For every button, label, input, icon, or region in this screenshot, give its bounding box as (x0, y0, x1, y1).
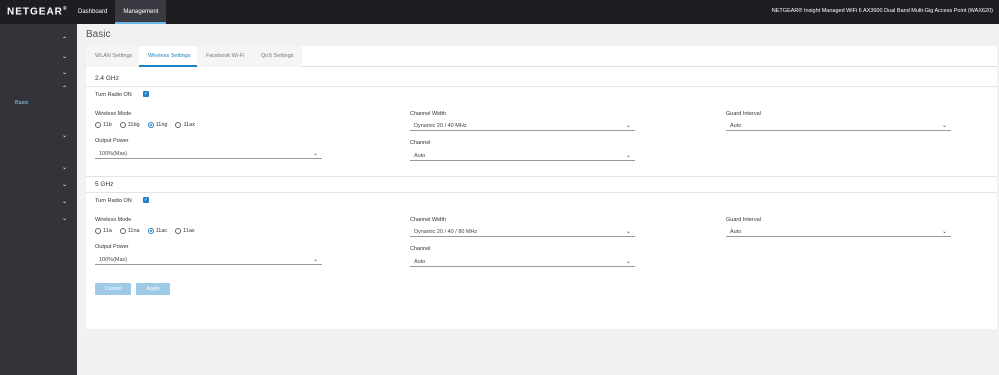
chevron-down-icon: ⌄ (625, 229, 631, 235)
output-power-select-24ghz[interactable]: 100%(Max) ⌄ (95, 149, 322, 159)
tab-qos-settings[interactable]: QoS Settings (252, 46, 303, 67)
tab-wlan-settings[interactable]: WLAN Settings (86, 46, 142, 67)
sidebar-item-system[interactable]: System ⌄ (0, 49, 77, 65)
channel-label: Channel (410, 246, 431, 252)
radio-11ng[interactable]: 11ng (147, 122, 167, 128)
turn-radio-on-label: Turn Radio ON (95, 198, 132, 204)
guard-interval-label: Guard Interval (726, 111, 761, 117)
brand-logo: NETGEAR® (7, 6, 68, 18)
channel-width-select-5ghz[interactable]: Dynamic 20 / 40 / 80 MHz ⌄ (410, 227, 635, 237)
guard-interval-select-24ghz[interactable]: Auto ⌄ (726, 121, 951, 131)
sidebar-item-ip[interactable]: IP ⌄ (0, 65, 77, 81)
radio-11na[interactable]: 11na (119, 228, 140, 234)
device-title: NETGEAR® Insight Managed WiFi 6 AX3600 D… (771, 8, 993, 14)
sidebar-item-basic[interactable]: Basic (0, 96, 77, 112)
chevron-up-icon: ⌃ (61, 86, 67, 92)
channel-select-5ghz[interactable]: Auto ⌄ (410, 257, 635, 267)
divider (86, 176, 997, 177)
radio-11b[interactable]: 11b (95, 122, 112, 128)
radio-11bg[interactable]: 11bg (119, 122, 140, 128)
chevron-down-icon: ⌄ (61, 70, 67, 76)
tab-facebook-wifi[interactable]: Facebook Wi-Fi (197, 46, 254, 67)
chevron-down-icon: ⌄ (312, 257, 318, 263)
radio-11ax[interactable]: 11ax (175, 228, 195, 234)
divider (86, 192, 997, 193)
wireless-mode-radio-group-24ghz: 11b 11bg 11ng 11ax (95, 122, 203, 128)
check-icon: ✓ (143, 197, 149, 203)
output-power-select-5ghz[interactable]: 100%(Max) ⌄ (95, 255, 322, 265)
chevron-down-icon: ⌄ (61, 133, 67, 139)
chevron-down-icon: ⌄ (312, 151, 318, 157)
chevron-down-icon: ⌄ (61, 182, 67, 188)
sidebar-item-wireless[interactable]: Wireless ⌃ (0, 81, 77, 97)
top-bar: NETGEAR® Dashboard Management NETGEAR® I… (0, 0, 999, 24)
turn-radio-on-checkbox-5ghz[interactable]: ✓ (143, 197, 149, 203)
divider (86, 86, 997, 87)
section-title-5ghz: 5 GHz (95, 181, 114, 188)
sidebar-item-wireless-bridge[interactable]: Wireless Bridge (0, 143, 77, 159)
sidebar-item-maintenance[interactable]: Maintenance ⌄ (0, 177, 77, 193)
guard-interval-label: Guard Interval (726, 217, 761, 223)
main-content: Basic WLAN Settings Wireless Settings Fa… (77, 24, 999, 375)
channel-width-label: Channel Width (410, 111, 447, 117)
sidebar-item-advanced[interactable]: Advanced (0, 112, 77, 128)
check-icon: ✓ (143, 91, 149, 97)
chevron-down-icon: ⌄ (61, 216, 67, 222)
channel-select-24ghz[interactable]: Auto ⌄ (410, 151, 635, 161)
chevron-down-icon: ⌄ (61, 199, 67, 205)
sidebar-item-security[interactable]: Security ⌄ (0, 128, 77, 144)
nav-management[interactable]: Management (115, 0, 167, 24)
radio-11a[interactable]: 11a (95, 228, 112, 234)
radio-11ax[interactable]: 11ax (175, 122, 195, 128)
output-power-label: Output Power (95, 138, 129, 144)
nav-dashboard[interactable]: Dashboard (70, 0, 115, 24)
sidebar-item-configuration[interactable]: Configuration ⌃ (0, 32, 77, 48)
channel-width-select-24ghz[interactable]: Dynamic 20 / 40 MHz ⌄ (410, 121, 635, 131)
turn-radio-on-checkbox-24ghz[interactable]: ✓ (143, 91, 149, 97)
top-nav: Dashboard Management (70, 0, 167, 24)
wireless-mode-radio-group-5ghz: 11a 11na 11ac 11ax (95, 228, 203, 234)
sidebar-item-diagnostics[interactable]: Diagnostics ⌄ (0, 194, 77, 210)
cancel-button[interactable]: Cancel (95, 283, 131, 295)
chevron-down-icon: ⌄ (61, 54, 67, 60)
wireless-mode-label: Wireless Mode (95, 111, 132, 117)
tab-bar: WLAN Settings Wireless Settings Facebook… (86, 46, 997, 67)
channel-width-label: Channel Width (410, 217, 447, 223)
radio-11ac[interactable]: 11ac (147, 228, 167, 234)
apply-button[interactable]: Apply (136, 283, 170, 295)
chevron-down-icon: ⌄ (625, 259, 631, 265)
chevron-up-icon: ⌃ (61, 37, 67, 43)
chevron-down-icon: ⌄ (941, 123, 947, 129)
channel-label: Channel (410, 140, 431, 146)
output-power-label: Output Power (95, 244, 129, 250)
tab-wireless-settings[interactable]: Wireless Settings (139, 46, 200, 67)
sidebar: Configuration ⌃ System ⌄ IP ⌄ Wireless ⌃ Bas… (0, 24, 77, 375)
chevron-down-icon: ⌄ (61, 165, 67, 171)
sidebar-item-monitoring[interactable]: Monitoring ⌄ (0, 160, 77, 176)
turn-radio-on-label: Turn Radio ON (95, 92, 132, 98)
section-title-24ghz: 2.4 GHz (95, 75, 119, 82)
wireless-mode-label: Wireless Mode (95, 217, 132, 223)
chevron-down-icon: ⌄ (625, 123, 631, 129)
page-title: Basic (86, 29, 111, 40)
settings-card: WLAN Settings Wireless Settings Facebook… (86, 46, 997, 329)
chevron-down-icon: ⌄ (941, 229, 947, 235)
sidebar-item-support[interactable]: Support ⌄ (0, 211, 77, 227)
chevron-down-icon: ⌄ (625, 153, 631, 159)
guard-interval-select-5ghz[interactable]: Auto ⌄ (726, 227, 951, 237)
